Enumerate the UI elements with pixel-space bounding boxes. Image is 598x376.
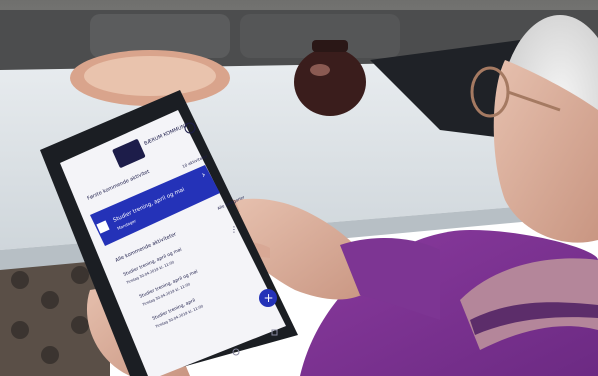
photo-background xyxy=(0,0,598,376)
